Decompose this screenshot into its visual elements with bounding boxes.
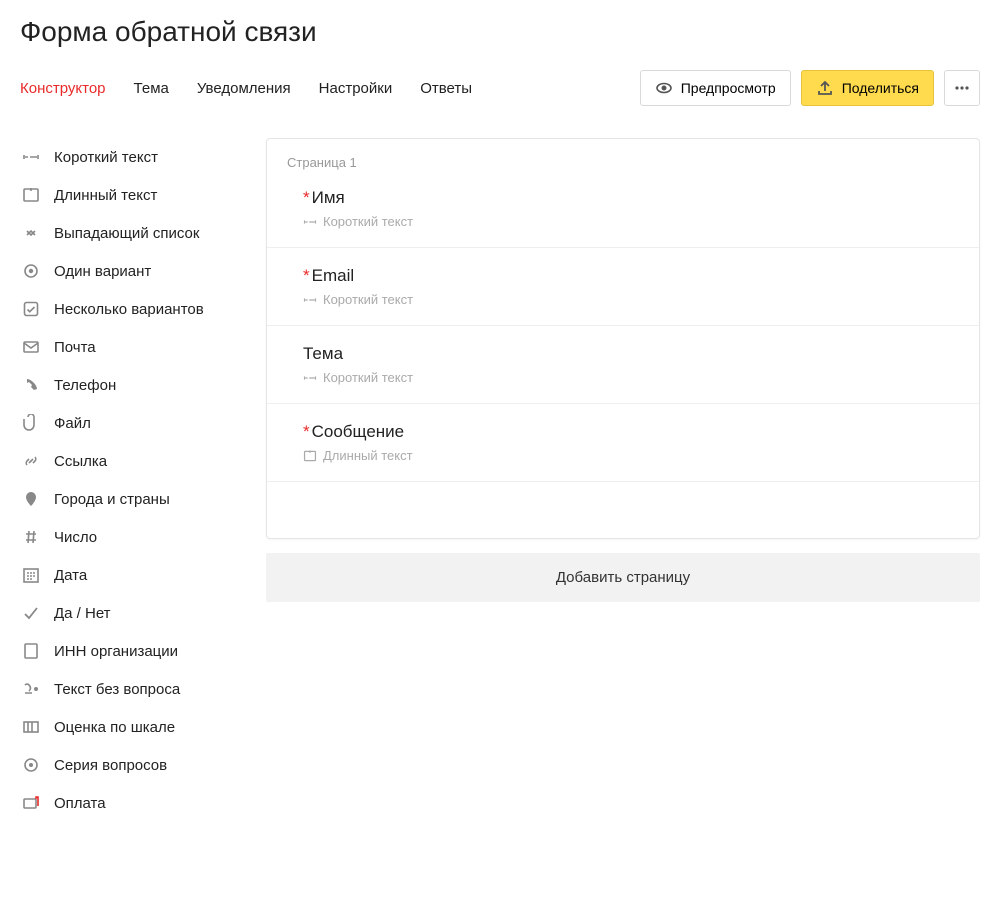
tab-bar: Конструктор Тема Уведомления Настройки О… xyxy=(20,70,980,106)
number-icon xyxy=(22,528,40,546)
share-button[interactable]: Поделиться xyxy=(801,70,934,106)
required-marker: * xyxy=(303,266,310,285)
tab-theme[interactable]: Тема xyxy=(134,80,169,97)
org-icon xyxy=(22,642,40,660)
sidebar-item-label: Несколько вариантов xyxy=(54,301,204,318)
sidebar-item-radio[interactable]: Один вариант xyxy=(20,252,242,290)
sidebar-item-label: Число xyxy=(54,529,97,546)
sidebar-item-scale[interactable]: Оценка по шкале xyxy=(20,708,242,746)
series-icon xyxy=(22,756,40,774)
sidebar-item-mail[interactable]: Почта xyxy=(20,328,242,366)
sidebar-item-link[interactable]: Ссылка xyxy=(20,442,242,480)
mail-icon xyxy=(22,338,40,356)
text-noq-icon xyxy=(22,680,40,698)
sidebar-item-label: Серия вопросов xyxy=(54,757,167,774)
required-marker: * xyxy=(303,422,310,441)
field-type: Короткий текст xyxy=(303,370,953,385)
tab-constructor[interactable]: Конструктор xyxy=(20,80,106,97)
share-icon xyxy=(816,79,834,97)
sidebar-item-series[interactable]: Серия вопросов xyxy=(20,746,242,784)
required-marker: * xyxy=(303,188,310,207)
page-title: Форма обратной связи xyxy=(20,16,980,48)
sidebar-item-label: Один вариант xyxy=(54,263,151,280)
field-type: Короткий текст xyxy=(303,214,953,229)
short-text-icon xyxy=(303,215,317,229)
preview-label: Предпросмотр xyxy=(681,80,776,96)
location-icon xyxy=(22,490,40,508)
eye-icon xyxy=(655,79,673,97)
sidebar-item-label: Города и страны xyxy=(54,491,170,508)
phone-icon xyxy=(22,376,40,394)
field-title: *Email xyxy=(303,266,953,286)
sidebar-item-label: Оплата xyxy=(54,795,106,812)
date-icon xyxy=(22,566,40,584)
tab-answers[interactable]: Ответы xyxy=(420,80,472,97)
radio-icon xyxy=(22,262,40,280)
page-card: Страница 1 *Имя Короткий текст *Email Ко… xyxy=(266,138,980,539)
short-text-icon xyxy=(22,148,40,166)
sidebar-item-label: Дата xyxy=(54,567,87,584)
sidebar-item-label: Оценка по шкале xyxy=(54,719,175,736)
short-text-icon xyxy=(303,371,317,385)
field-name[interactable]: *Имя Короткий текст xyxy=(267,170,979,248)
toolbar-actions: Предпросмотр Поделиться xyxy=(640,70,980,106)
sidebar-item-number[interactable]: Число xyxy=(20,518,242,556)
sidebar-item-file[interactable]: Файл xyxy=(20,404,242,442)
long-text-icon xyxy=(22,186,40,204)
sidebar-item-org[interactable]: ИНН организации xyxy=(20,632,242,670)
sidebar-item-long-text[interactable]: Длинный текст xyxy=(20,176,242,214)
tab-notifications[interactable]: Уведомления xyxy=(197,80,291,97)
payment-icon xyxy=(22,794,40,812)
more-button[interactable] xyxy=(944,70,980,106)
field-type: Короткий текст xyxy=(303,292,953,307)
sidebar-item-date[interactable]: Дата xyxy=(20,556,242,594)
card-empty-space xyxy=(267,482,979,538)
field-type-sidebar: Короткий текст Длинный текст Выпадающий … xyxy=(20,138,242,822)
link-icon xyxy=(22,452,40,470)
preview-button[interactable]: Предпросмотр xyxy=(640,70,791,106)
field-message[interactable]: *Сообщение Длинный текст xyxy=(267,404,979,482)
sidebar-item-label: Текст без вопроса xyxy=(54,681,180,698)
share-label: Поделиться xyxy=(842,80,919,96)
sidebar-item-short-text[interactable]: Короткий текст xyxy=(20,138,242,176)
long-text-icon xyxy=(303,449,317,463)
tab-settings[interactable]: Настройки xyxy=(319,80,393,97)
short-text-icon xyxy=(303,293,317,307)
page-label: Страница 1 xyxy=(267,139,979,170)
sidebar-item-label: Выпадающий список xyxy=(54,225,199,242)
sidebar-item-label: Длинный текст xyxy=(54,187,157,204)
scale-icon xyxy=(22,718,40,736)
field-title: *Имя xyxy=(303,188,953,208)
file-icon xyxy=(22,414,40,432)
sidebar-item-yesno[interactable]: Да / Нет xyxy=(20,594,242,632)
sidebar-item-dropdown[interactable]: Выпадающий список xyxy=(20,214,242,252)
tabs: Конструктор Тема Уведомления Настройки О… xyxy=(20,80,472,97)
form-canvas: Страница 1 *Имя Короткий текст *Email Ко… xyxy=(266,138,980,602)
field-subject[interactable]: Тема Короткий текст xyxy=(267,326,979,404)
field-email[interactable]: *Email Короткий текст xyxy=(267,248,979,326)
sidebar-item-phone[interactable]: Телефон xyxy=(20,366,242,404)
sidebar-item-label: Да / Нет xyxy=(54,605,111,622)
sidebar-item-location[interactable]: Города и страны xyxy=(20,480,242,518)
field-title: Тема xyxy=(303,344,953,364)
more-dots-icon xyxy=(953,79,971,97)
sidebar-item-label: Ссылка xyxy=(54,453,107,470)
sidebar-item-text-noq[interactable]: Текст без вопроса xyxy=(20,670,242,708)
sidebar-item-checkbox[interactable]: Несколько вариантов xyxy=(20,290,242,328)
sidebar-item-label: Файл xyxy=(54,415,91,432)
sidebar-item-label: Телефон xyxy=(54,377,116,394)
add-page-button[interactable]: Добавить страницу xyxy=(266,553,980,602)
yesno-icon xyxy=(22,604,40,622)
sidebar-item-payment[interactable]: Оплата xyxy=(20,784,242,822)
field-type: Длинный текст xyxy=(303,448,953,463)
checkbox-icon xyxy=(22,300,40,318)
sidebar-item-label: Короткий текст xyxy=(54,149,158,166)
sidebar-item-label: ИНН организации xyxy=(54,643,178,660)
field-title: *Сообщение xyxy=(303,422,953,442)
sidebar-item-label: Почта xyxy=(54,339,96,356)
dropdown-icon xyxy=(22,224,40,242)
